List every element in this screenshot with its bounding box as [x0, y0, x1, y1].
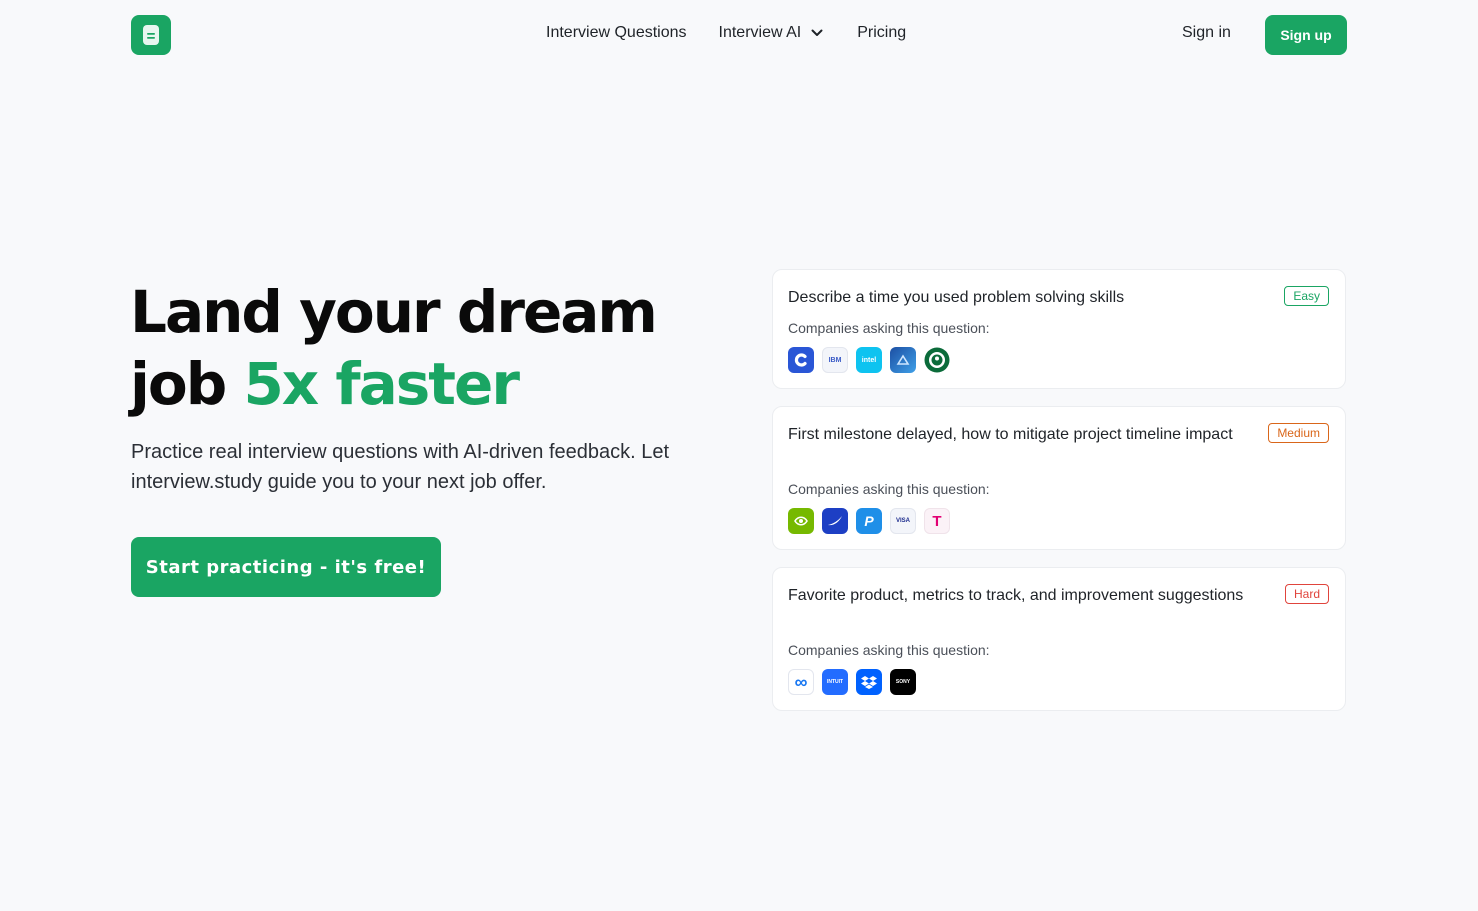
- companies-label: Companies asking this question:: [788, 642, 990, 658]
- chevron-down-icon: [811, 29, 823, 37]
- nav-links: Interview Questions Interview AI Pricing: [546, 24, 906, 42]
- start-practicing-button[interactable]: Start practicing - it's free!: [131, 537, 441, 597]
- app-logo-icon: [890, 347, 916, 373]
- question-card[interactable]: Describe a time you used problem solving…: [772, 269, 1346, 389]
- intuit-logo-icon: INTUIT: [822, 669, 848, 695]
- difficulty-badge: Easy: [1284, 286, 1329, 306]
- nav-link-pricing[interactable]: Pricing: [857, 24, 906, 42]
- swoosh-logo-icon: [822, 508, 848, 534]
- question-card[interactable]: First milestone delayed, how to mitigate…: [772, 406, 1346, 550]
- starbucks-logo-icon: [924, 347, 950, 373]
- company-logos: P VISA T: [788, 508, 958, 534]
- nav-link-interview-ai[interactable]: Interview AI: [719, 24, 824, 42]
- nvidia-logo-icon: [788, 508, 814, 534]
- hero-title-accent: 5x faster: [243, 350, 520, 418]
- nav-link-interview-questions[interactable]: Interview Questions: [546, 24, 687, 42]
- question-text: Favorite product, metrics to track, and …: [788, 587, 1244, 604]
- dropbox-logo-icon: [856, 669, 882, 695]
- hero-title-line1: Land your dream: [130, 278, 658, 346]
- intel-logo-icon: intel: [856, 347, 882, 373]
- top-navbar: Interview Questions Interview AI Pricing…: [0, 0, 1478, 70]
- company-logos: ∞ INTUIT SONY: [788, 669, 924, 695]
- company-logos: IBM intel: [788, 347, 958, 373]
- document-icon: [143, 25, 159, 45]
- sign-in-link[interactable]: Sign in: [1182, 24, 1231, 42]
- t-mobile-logo-icon: T: [924, 508, 950, 534]
- ibm-logo-icon: IBM: [822, 347, 848, 373]
- question-card[interactable]: Favorite product, metrics to track, and …: [772, 567, 1346, 711]
- hero-subtitle: Practice real interview questions with A…: [131, 441, 670, 493]
- sign-up-button[interactable]: Sign up: [1265, 15, 1347, 55]
- hero-title: Land your dream job 5x faster: [130, 276, 730, 420]
- companies-label: Companies asking this question:: [788, 481, 990, 497]
- visa-logo-icon: VISA: [890, 508, 916, 534]
- difficulty-badge: Medium: [1268, 423, 1329, 443]
- nav-link-interview-ai-label: Interview AI: [718, 24, 802, 41]
- meta-logo-icon: ∞: [788, 669, 814, 695]
- question-text: Describe a time you used problem solving…: [788, 289, 1125, 306]
- companies-label: Companies asking this question:: [788, 320, 990, 336]
- hero-title-line2: job: [130, 350, 244, 418]
- difficulty-badge: Hard: [1284, 584, 1329, 604]
- question-text: First milestone delayed, how to mitigate…: [788, 426, 1233, 443]
- coursera-logo-icon: [788, 347, 814, 373]
- home-logo[interactable]: [131, 15, 171, 55]
- paypal-logo-icon: P: [856, 508, 882, 534]
- sony-logo-icon: SONY: [890, 669, 916, 695]
